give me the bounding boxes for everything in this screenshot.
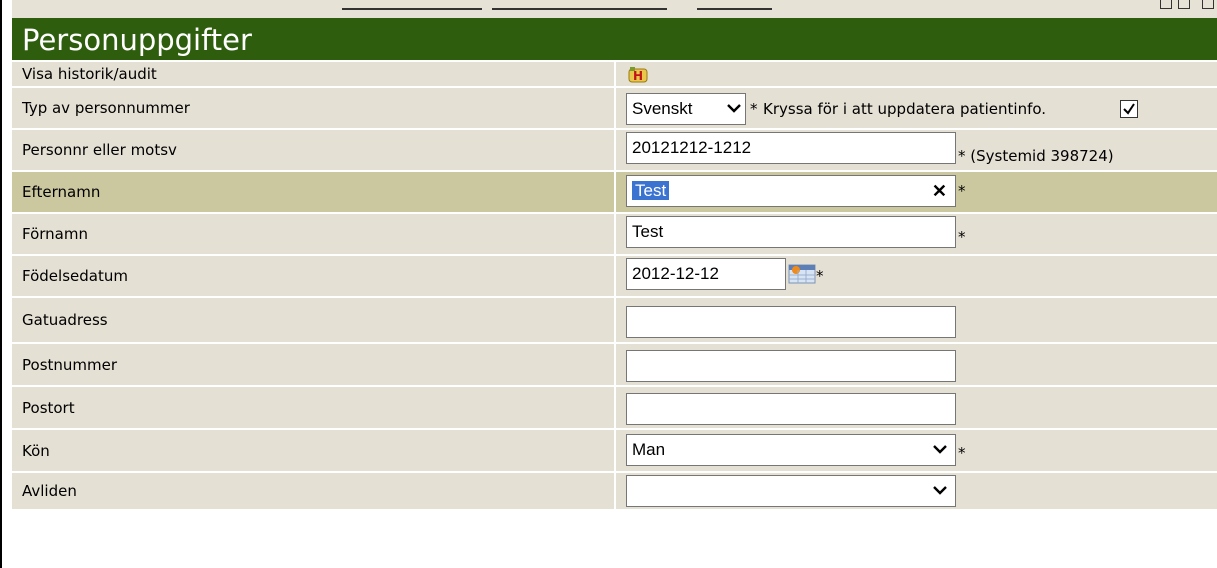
page-title: Personuppgifter [12, 18, 1217, 62]
label-avliden: Avliden [12, 473, 616, 509]
toolbar-field-1[interactable] [342, 0, 482, 10]
kon-select[interactable]: Man [626, 434, 956, 466]
personnr-input[interactable]: 20121212-1212 [626, 132, 956, 164]
avliden-select[interactable] [626, 475, 956, 507]
postort-input[interactable] [626, 393, 956, 425]
row-gatuadress: Gatuadress [12, 298, 1217, 344]
top-toolbar-strip [12, 0, 1217, 18]
label-personnr: Personnr eller motsv [12, 130, 616, 170]
label-history: Visa historik/audit [12, 62, 616, 86]
clear-icon[interactable]: ✕ [932, 176, 947, 206]
chevron-down-icon [933, 445, 947, 454]
systemid-note: * (Systemid 398724) [958, 147, 1114, 165]
kon-value: Man [632, 440, 666, 459]
person-panel: Personuppgifter Visa historik/audit H Ty… [12, 18, 1217, 511]
label-fornamn: Förnamn [12, 214, 616, 254]
row-postort: Postort [12, 387, 1217, 430]
calendar-icon[interactable] [788, 264, 816, 284]
row-fodelsedatum: Födelsedatum 2012-12-12 * [12, 256, 1217, 298]
required-star: * [816, 267, 824, 285]
required-star: * [958, 228, 966, 246]
fodelsedatum-input[interactable]: 2012-12-12 [626, 258, 786, 290]
efternamn-value: Test [632, 181, 670, 200]
label-kon: Kön [12, 430, 616, 471]
row-kon: Kön Man * [12, 430, 1217, 473]
row-history: Visa historik/audit H [12, 62, 1217, 88]
required-star: * [958, 182, 966, 200]
id-type-select[interactable]: Svenskt [626, 93, 746, 125]
required-star: * [750, 100, 758, 118]
fornamn-input[interactable]: Test [626, 216, 956, 248]
label-postort: Postort [12, 387, 616, 428]
row-id-type: Typ av personnummer Svenskt * Kryssa för… [12, 88, 1217, 130]
toolbar-field-2[interactable] [492, 0, 667, 10]
row-fornamn: Förnamn Test * [12, 214, 1217, 256]
checkmark-icon [1123, 103, 1135, 115]
required-star: * [958, 444, 966, 462]
label-fodelsedatum: Födelsedatum [12, 256, 616, 296]
svg-text:H: H [633, 69, 643, 83]
label-postnummer: Postnummer [12, 344, 616, 385]
gatuadress-input[interactable] [626, 306, 956, 338]
chevron-down-icon [727, 104, 741, 113]
chevron-down-icon [933, 486, 947, 495]
label-id-type: Typ av personnummer [12, 88, 616, 128]
update-patient-checkbox[interactable] [1120, 100, 1138, 118]
toolbar-field-3[interactable] [697, 0, 772, 10]
efternamn-input[interactable]: Test ✕ [626, 175, 956, 207]
label-efternamn: Efternamn [12, 172, 616, 212]
row-avliden: Avliden [12, 473, 1217, 511]
toolbar-icon-1[interactable] [1160, 0, 1172, 9]
row-personnr: Personnr eller motsv 20121212-1212 * (Sy… [12, 130, 1217, 172]
row-postnummer: Postnummer [12, 344, 1217, 387]
label-gatuadress: Gatuadress [12, 298, 616, 342]
row-efternamn: Efternamn Test ✕ * [12, 172, 1217, 214]
postnummer-input[interactable] [626, 350, 956, 382]
history-audit-icon[interactable]: H [628, 66, 648, 84]
update-patient-text: Kryssa för i att uppdatera patientinfo. [763, 100, 1047, 118]
toolbar-icon-2[interactable] [1178, 0, 1190, 9]
id-type-value: Svenskt [632, 99, 693, 118]
toolbar-icon-3[interactable] [1202, 0, 1214, 9]
